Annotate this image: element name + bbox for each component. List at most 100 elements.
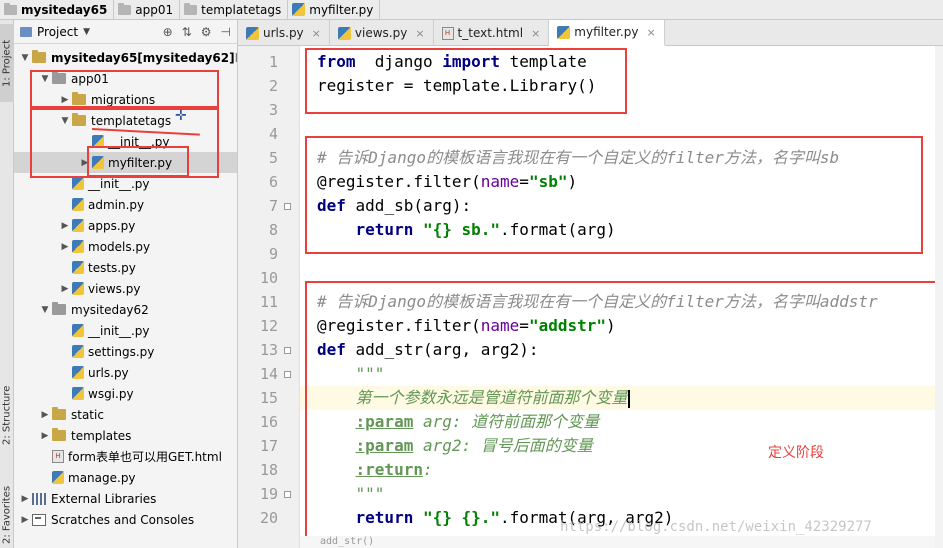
tree-item[interactable]: ▼ mysiteday62 (14, 299, 237, 320)
tree-item[interactable]: ▶ templates (14, 425, 237, 446)
chevron-right-icon[interactable]: ▶ (58, 95, 72, 105)
close-icon[interactable]: × (646, 26, 655, 39)
tree-item[interactable]: __init__.py (14, 131, 237, 152)
code-line[interactable]: def add_sb(arg): (300, 194, 943, 218)
close-icon[interactable]: × (531, 27, 540, 40)
breadcrumb-project[interactable]: mysiteday65 (0, 0, 115, 20)
tree-item[interactable]: manage.py (14, 467, 237, 488)
gear-icon[interactable]: ⚙ (201, 25, 212, 39)
code-token: add_str(arg, arg2): (345, 340, 539, 359)
tree-item[interactable]: __init__.py (14, 320, 237, 341)
code-line[interactable]: def add_str(arg, arg2): (300, 338, 943, 362)
tree-item[interactable]: ▶ views.py (14, 278, 237, 299)
close-icon[interactable]: × (415, 27, 424, 40)
tree-item[interactable]: ▶ myfilter.py (14, 152, 237, 173)
tree-item[interactable]: tests.py (14, 257, 237, 278)
chevron-right-icon[interactable]: ▶ (38, 431, 52, 441)
editor-scrollbar[interactable] (935, 46, 943, 548)
chevron-right-icon[interactable]: ▶ (38, 410, 52, 420)
tree-item-label: migrations (91, 92, 156, 107)
tree-item-label: __init__.py (108, 134, 170, 149)
code-line[interactable]: @register.filter(name="addstr") (300, 314, 943, 338)
tool-tab-project[interactable]: 1: Project (0, 24, 14, 102)
chevron-down-icon[interactable]: ▼ (58, 116, 72, 126)
code-line[interactable]: register = template.Library() (300, 74, 943, 98)
tree-item[interactable]: ▶ models.py (14, 236, 237, 257)
code-editor[interactable]: from django import template register = te… (300, 46, 943, 536)
chevron-right-icon[interactable]: ▶ (18, 515, 32, 525)
chevron-down-icon[interactable]: ▼ (18, 53, 32, 63)
breadcrumb-file[interactable]: myfilter.py (288, 0, 381, 20)
chevron-right-icon[interactable]: ▶ (58, 242, 72, 252)
editor-breadcrumb[interactable]: add_str() (300, 536, 943, 548)
chevron-right-icon[interactable]: ▶ (18, 494, 32, 504)
chevron-right-icon[interactable]: ▶ (58, 284, 72, 294)
editor-tab[interactable]: myfilter.py × (549, 20, 665, 46)
tree-item[interactable]: ▼ app01 (14, 68, 237, 89)
tree-item-label: myfilter.py (108, 155, 173, 170)
tree-item[interactable]: ▶ static (14, 404, 237, 425)
python-file-icon (292, 3, 306, 16)
tree-item[interactable]: settings.py (14, 341, 237, 362)
breadcrumb-app01[interactable]: app01 (114, 0, 181, 20)
chevron-down-icon[interactable]: ▼ (83, 27, 90, 37)
chevron-right-icon[interactable]: ▶ (78, 158, 92, 168)
code-line[interactable] (300, 266, 943, 290)
tool-tab-structure[interactable]: 2: Structure (0, 380, 14, 450)
annotation-label: 定义阶段 (768, 445, 824, 461)
tree-item[interactable]: ▶ External Libraries (14, 488, 237, 509)
chevron-down-icon[interactable]: ▼ (38, 305, 52, 315)
code-line[interactable] (300, 98, 943, 122)
code-line[interactable] (300, 122, 943, 146)
editor-tab-label: views.py (354, 26, 408, 40)
tree-item[interactable]: wsgi.py (14, 383, 237, 404)
code-line[interactable]: @register.filter(name="sb") (300, 170, 943, 194)
python-file-icon (72, 240, 84, 253)
tree-item-label: static (71, 407, 104, 422)
code-line[interactable]: """ (300, 482, 943, 506)
code-line[interactable]: """ (300, 362, 943, 386)
code-line[interactable]: :param arg: 道符前面那个变量 (300, 410, 943, 434)
code-token: 第一个参数永远是管道符前面那个变量 (355, 388, 628, 407)
code-line[interactable]: # 告诉Django的模板语言我现在有一个自定义的filter方法，名字叫sb (300, 146, 943, 170)
project-view-selector[interactable]: Project (37, 25, 78, 39)
tree-item[interactable]: admin.py (14, 194, 237, 215)
code-line[interactable]: :return: (300, 458, 943, 482)
line-number: 7 (268, 197, 278, 215)
code-line[interactable]: return "{} sb.".format(arg) (300, 218, 943, 242)
code-line[interactable]: :param arg2: 冒号后面的变量 (300, 434, 943, 458)
editor-tab[interactable]: urls.py × (238, 20, 330, 46)
tree-item[interactable]: __init__.py (14, 173, 237, 194)
tool-tab-favorites[interactable]: 2: Favorites (0, 480, 14, 548)
collapse-icon[interactable]: ⇅ (182, 25, 192, 39)
editor-tab[interactable]: views.py × (330, 20, 434, 46)
tree-item[interactable]: urls.py (14, 362, 237, 383)
code-line[interactable]: 第一个参数永远是管道符前面那个变量 (300, 386, 943, 410)
close-icon[interactable]: × (312, 27, 321, 40)
fold-marker-icon[interactable] (284, 371, 291, 378)
editor-tab[interactable]: Ht_text.html × (434, 20, 550, 46)
line-number: 18 (259, 461, 278, 479)
text-caret (627, 389, 630, 408)
fold-marker-icon[interactable] (284, 347, 291, 354)
chevron-right-icon[interactable]: ▶ (58, 221, 72, 231)
code-token: return (355, 220, 414, 239)
code-line[interactable]: from django import template (300, 50, 943, 74)
tree-item[interactable]: ▼mysiteday65 [mysiteday62] D: (14, 47, 237, 68)
python-file-icon (72, 366, 84, 379)
python-file-icon (72, 345, 84, 358)
code-line[interactable] (300, 242, 943, 266)
code-line[interactable]: # 告诉Django的模板语言我现在有一个自定义的filter方法，名字叫add… (300, 290, 943, 314)
breadcrumb-templatetags[interactable]: templatetags (180, 0, 289, 20)
tree-item[interactable]: Hform表单也可以用GET.html (14, 446, 237, 467)
fold-marker-icon[interactable] (284, 491, 291, 498)
fold-marker-icon[interactable] (284, 203, 291, 210)
tree-item[interactable]: ▶ Scratches and Consoles (14, 509, 237, 530)
tree-item[interactable]: ▶ apps.py (14, 215, 237, 236)
locate-icon[interactable]: ⊕ (163, 25, 173, 39)
tree-item[interactable]: ▼ templatetags (14, 110, 237, 131)
tree-item[interactable]: ▶ migrations (14, 89, 237, 110)
hide-icon[interactable]: ⊣ (221, 25, 231, 39)
chevron-down-icon[interactable]: ▼ (38, 74, 52, 84)
